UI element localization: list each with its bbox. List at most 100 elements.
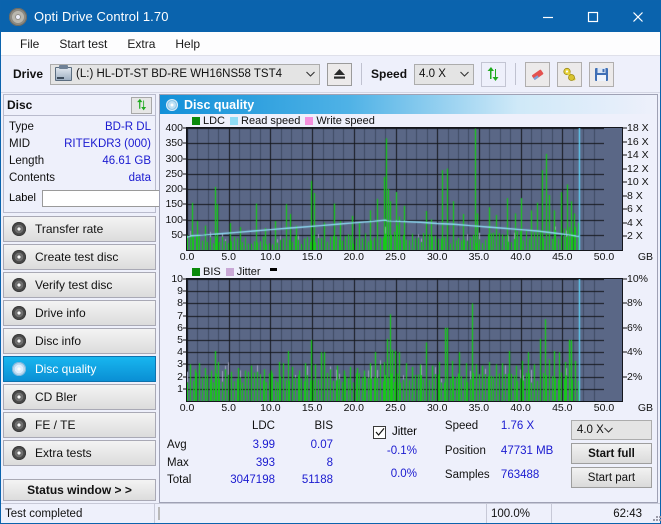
menu-help[interactable]: Help <box>166 34 209 54</box>
y2-tick-label: 10 X <box>627 176 649 189</box>
sidebar-item-disc-info[interactable]: Disc info <box>3 328 156 354</box>
test-speed-value: 4.0 X <box>576 424 604 436</box>
disc-row-contents-value: data <box>128 171 151 184</box>
sidebar-item-label: FE / TE <box>35 418 76 432</box>
chart1-plot-row: 400 350 300 250 200 150 100 50 18 X 16 X 14 X 12 X… <box>160 122 657 251</box>
disc-panel-title: Disc <box>7 98 33 112</box>
resize-grip[interactable] <box>646 504 660 523</box>
speed-position-block: Speed 1.76 X Position 47731 MB Samples 7… <box>445 420 571 492</box>
jitter-checkbox[interactable] <box>373 425 386 439</box>
menu-extra[interactable]: Extra <box>118 34 164 54</box>
chart1-y-axis: 400 350 300 250 200 150 100 50 <box>160 122 186 251</box>
menu-bar: File Start test Extra Help <box>1 32 660 56</box>
chart2-legend: BIS Jitter <box>160 265 657 278</box>
sidebar-item-drive-info[interactable]: Drive info <box>3 300 156 326</box>
sidebar-item-label: Transfer rate <box>35 222 104 236</box>
menu-start-test[interactable]: Start test <box>50 34 116 54</box>
speed-value: 1.76 X <box>500 420 535 432</box>
status-bar: Test completed 100.0% 62:43 <box>1 503 660 523</box>
speed-select-value: 4.0 X <box>419 68 446 80</box>
y2-tick <box>623 235 627 237</box>
sidebar-item-fe-te[interactable]: FE / TE <box>3 412 156 438</box>
stats-row-max-ldc: 393 <box>255 456 275 469</box>
y2-tick-label: 4 X <box>627 216 643 229</box>
minimize-icon[interactable] <box>525 1 570 32</box>
y2-tick <box>623 141 627 143</box>
sidebar-nav: Transfer rate Create test disc Verify te… <box>3 216 156 466</box>
x-tick-label: 25.0 <box>385 251 406 263</box>
stats-corner <box>167 420 209 439</box>
tools-button[interactable] <box>557 61 583 87</box>
disc-icon <box>12 362 26 376</box>
y2-tick <box>623 208 627 210</box>
sidebar-item-label: Verify test disc <box>35 278 113 292</box>
eraser-button[interactable] <box>525 61 551 87</box>
sidebar-item-cd-bler[interactable]: CD Bler <box>3 384 156 410</box>
test-speed-select[interactable]: 4.0 X <box>570 420 652 440</box>
progress-percent: 100.0% <box>487 504 552 523</box>
legend-label-bis: BIS <box>203 265 221 278</box>
disc-quality-icon <box>166 98 178 111</box>
sidebar-item-label: Disc quality <box>35 362 97 376</box>
stats-row-total-ldc: 3047198 <box>230 474 275 487</box>
disc-refresh-button[interactable] <box>131 96 152 114</box>
disc-icon <box>12 418 26 432</box>
disc-icon <box>12 446 26 460</box>
sidebar-item-label: Disc info <box>35 334 82 348</box>
progress-bar <box>158 507 160 520</box>
samples-value: 763488 <box>500 469 540 482</box>
stats-row-max-label: Max <box>167 456 189 469</box>
toolbar: Drive (L:) HL-DT-ST BD-RE WH16NS58 TST4 … <box>1 56 660 93</box>
legend-item-write-speed: Write speed <box>305 115 375 127</box>
legend-label-jitter: Jitter <box>236 265 261 278</box>
x-tick-label: 25.0 <box>385 402 406 414</box>
disc-icon <box>12 306 26 320</box>
start-part-button[interactable]: Start part <box>570 467 652 488</box>
sidebar-item-verify-test-disc[interactable]: Verify test disc <box>3 272 156 298</box>
refresh-button[interactable] <box>481 61 507 87</box>
bis-jitter-chart: BIS Jitter 10 9 8 7 6 5 4 3 2 1 10% 8% 6% 4% <box>160 265 657 416</box>
jitter-avg-value: -0.1% <box>386 444 417 457</box>
stats-row-total-label: Total <box>167 474 192 487</box>
menu-file[interactable]: File <box>11 34 48 54</box>
y2-tick <box>623 195 627 197</box>
y2-tick <box>623 168 627 170</box>
x-tick-label: 30.0 <box>426 402 448 414</box>
sidebar-item-create-test-disc[interactable]: Create test disc <box>3 244 156 270</box>
sidebar-item-disc-quality[interactable]: Disc quality <box>3 356 156 382</box>
y2-tick-label: 2 X <box>627 230 643 243</box>
legend-label-ldc: LDC <box>203 114 226 127</box>
page-title: Disc quality <box>184 97 255 112</box>
stats-col-ldc: LDC <box>251 420 275 432</box>
y2-tick-label: 12 X <box>627 162 649 175</box>
x-tick-label: 0.0 <box>179 402 195 414</box>
chevron-down-icon <box>456 65 473 84</box>
sidebar-item-transfer-rate[interactable]: Transfer rate <box>3 216 156 242</box>
legend-item-ldc: LDC <box>192 115 225 127</box>
drive-select[interactable]: (L:) HL-DT-ST BD-RE WH16NS58 TST4 <box>50 63 321 85</box>
maximize-icon[interactable] <box>570 1 615 32</box>
speed-select[interactable]: 4.0 X <box>414 63 475 85</box>
sidebar-item-extra-tests[interactable]: Extra tests <box>3 440 156 466</box>
legend-item-bis: BIS <box>192 266 221 278</box>
samples-key: Samples <box>444 469 490 482</box>
legend-swatch-jitter <box>225 267 234 276</box>
eject-button[interactable] <box>327 62 353 86</box>
x-tick-label: 40.0 <box>510 402 531 414</box>
sidebar-item-label: CD Bler <box>35 390 78 404</box>
save-button[interactable] <box>589 61 615 87</box>
y2-tick <box>623 327 627 329</box>
disc-icon <box>12 334 26 348</box>
close-icon[interactable] <box>615 1 660 32</box>
status-window-button[interactable]: Status window > > <box>3 479 156 501</box>
disc-row-length-key: Length <box>9 154 45 167</box>
disc-icon <box>12 390 26 404</box>
y2-tick-label: 2% <box>627 370 643 383</box>
jitter-label: Jitter <box>392 426 417 439</box>
start-full-button[interactable]: Start full <box>570 443 652 464</box>
stats-table: LDC BIS Avg 3.99 0.07 Max 393 8 Total 30… <box>167 420 333 492</box>
y2-tick-label: 16 X <box>627 135 649 148</box>
sidebar-item-label: Drive info <box>35 306 86 320</box>
app-disc-icon <box>9 7 27 26</box>
jitter-block: Jitter -0.1% 0.0% <box>373 420 417 492</box>
